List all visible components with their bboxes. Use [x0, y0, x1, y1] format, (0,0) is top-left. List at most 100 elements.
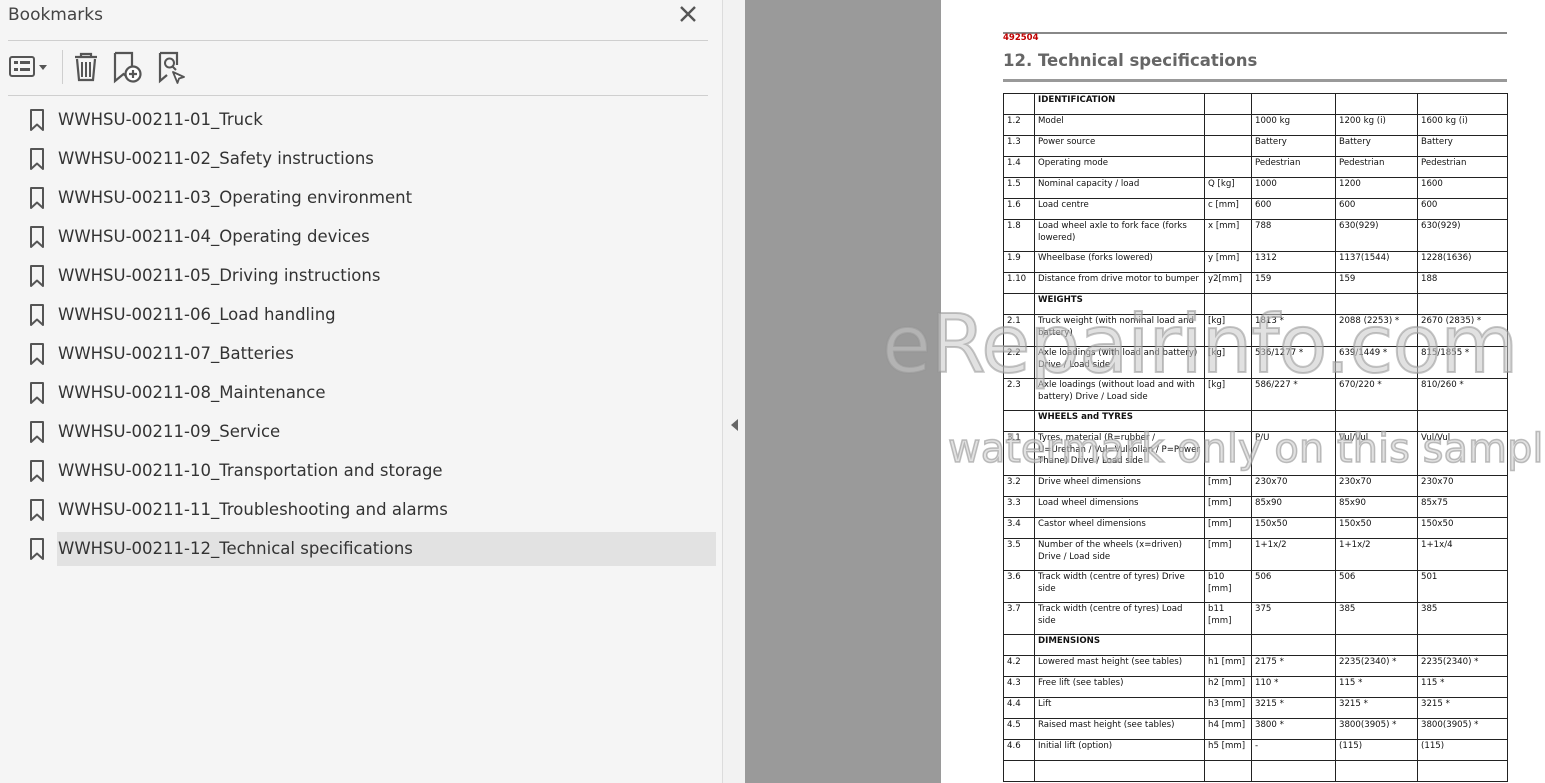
divider	[8, 95, 708, 96]
bookmark-item[interactable]: WWHSU-00211-02_Safety instructions	[24, 142, 716, 176]
find-bookmark-icon[interactable]	[155, 50, 191, 84]
table-cell: Raised mast height (see tables)	[1034, 718, 1205, 740]
bookmark-label-box: WWHSU-00211-06_Load handling	[57, 298, 716, 332]
bookmark-icon	[28, 264, 46, 288]
bookmark-label-box: WWHSU-00211-09_Service	[57, 415, 716, 449]
bookmark-label: WWHSU-00211-10_Transportation and storag…	[58, 461, 443, 480]
collapse-panel-arrow-icon[interactable]	[731, 419, 738, 431]
options-menu-icon[interactable]	[8, 50, 52, 84]
table-cell: Vul/Vul	[1417, 431, 1508, 476]
bookmark-item[interactable]: WWHSU-00211-04_Operating devices	[24, 220, 716, 254]
bookmark-item[interactable]: WWHSU-00211-09_Service	[24, 415, 716, 449]
table-cell: b11 [mm]	[1204, 602, 1252, 635]
table-cell: 375	[1251, 602, 1336, 635]
table-cell: 630(929)	[1335, 219, 1418, 252]
table-cell: 1.5	[1003, 177, 1035, 199]
bookmark-label: WWHSU-00211-04_Operating devices	[58, 227, 370, 246]
bookmark-icon	[28, 498, 46, 522]
table-cell: Q [kg]	[1204, 177, 1252, 199]
table-cell: 85x75	[1417, 496, 1508, 518]
table-cell: 3.2	[1003, 475, 1035, 497]
table-row: 1.9 Wheelbase (forks lowered) y [mm] 1312 11…	[1003, 251, 1508, 273]
table-cell: 115 *	[1335, 676, 1418, 698]
bookmark-icon	[28, 381, 46, 405]
table-cell	[1003, 410, 1035, 432]
bookmark-label: WWHSU-00211-12_Technical specifications	[58, 539, 413, 558]
table-cell: -	[1251, 739, 1336, 761]
bookmark-item[interactable]: WWHSU-00211-03_Operating environment	[24, 181, 716, 215]
table-cell: 1200 kg (i)	[1335, 114, 1418, 136]
bookmark-icon	[28, 537, 46, 561]
table-cell: Track width (centre of tyres) Load side	[1034, 602, 1205, 635]
table-row: 4.6 Initial lift (option) h5 [mm] - (115) (11…	[1003, 739, 1508, 761]
table-cell	[1251, 760, 1336, 782]
table-row: 3.5 Number of the wheels (x=driven) Drive…	[1003, 538, 1508, 571]
table-cell: Tyres, material (R=rubber / U=Urethan / …	[1034, 431, 1205, 476]
table-cell: Initial lift (option)	[1034, 739, 1205, 761]
table-cell: Pedestrian	[1417, 156, 1508, 178]
table-cell: 159	[1251, 272, 1336, 294]
table-cell: Distance from drive motor to bumper	[1034, 272, 1205, 294]
table-cell: Operating mode	[1034, 156, 1205, 178]
bookmark-label: WWHSU-00211-11_Troubleshooting and alarm…	[58, 500, 448, 519]
table-cell: [kg]	[1204, 314, 1252, 347]
bookmark-item[interactable]: WWHSU-00211-01_Truck	[24, 103, 716, 137]
table-cell	[1003, 293, 1035, 315]
table-cell	[1204, 634, 1252, 656]
bookmark-item[interactable]: WWHSU-00211-11_Troubleshooting and alarm…	[24, 493, 716, 527]
table-cell	[1204, 114, 1252, 136]
bookmark-label-box: WWHSU-00211-03_Operating environment	[57, 181, 716, 215]
delete-icon[interactable]	[70, 50, 102, 84]
table-cell	[1335, 410, 1418, 432]
panel-splitter[interactable]	[723, 0, 745, 783]
table-row: 4.5 Raised mast height (see tables) h4 [mm…	[1003, 718, 1508, 740]
bookmark-item[interactable]: WWHSU-00211-07_Batteries	[24, 337, 716, 371]
panel-title: Bookmarks	[8, 5, 103, 25]
table-cell: 3.7	[1003, 602, 1035, 635]
bookmark-label: WWHSU-00211-02_Safety instructions	[58, 149, 374, 168]
table-row: 1.2 Model 1000 kg 1200 kg (i) 1600 kg (i)	[1003, 114, 1508, 136]
section-row: WEIGHTS	[1003, 293, 1508, 315]
bookmark-label: WWHSU-00211-09_Service	[58, 422, 281, 441]
table-cell: 159	[1335, 272, 1418, 294]
toolbar-separator	[62, 50, 63, 84]
bookmark-icon	[28, 420, 46, 444]
table-cell: 3.4	[1003, 517, 1035, 539]
bookmark-item[interactable]: WWHSU-00211-08_Maintenance	[24, 376, 716, 410]
close-icon[interactable]	[676, 2, 700, 26]
table-cell: 1312	[1251, 251, 1336, 273]
table-cell: 536/1277 *	[1251, 346, 1336, 379]
table-cell	[1204, 410, 1252, 432]
table-row: 1.4 Operating mode Pedestrian Pedestrian Ped…	[1003, 156, 1508, 178]
bookmark-item[interactable]: WWHSU-00211-05_Driving instructions	[24, 259, 716, 293]
table-cell	[1417, 634, 1508, 656]
add-bookmark-icon[interactable]	[110, 50, 146, 84]
bookmark-item[interactable]: WWHSU-00211-06_Load handling	[24, 298, 716, 332]
table-cell	[1335, 93, 1418, 115]
table-cell: 1.8	[1003, 219, 1035, 252]
table-cell	[1335, 634, 1418, 656]
table-cell: h1 [mm]	[1204, 655, 1252, 677]
table-cell: 1.4	[1003, 156, 1035, 178]
table-cell: Castor wheel dimensions	[1034, 517, 1205, 539]
table-cell: Axle loadings (without load and with bat…	[1034, 378, 1205, 411]
table-cell: 600	[1335, 198, 1418, 220]
table-cell: [mm]	[1204, 496, 1252, 518]
table-cell: Truck weight (with nominal load and batt…	[1034, 314, 1205, 347]
bookmark-item[interactable]: WWHSU-00211-12_Technical specifications	[24, 532, 716, 566]
table-cell: 230x70	[1251, 475, 1336, 497]
table-cell: [mm]	[1204, 538, 1252, 571]
table-cell: [kg]	[1204, 346, 1252, 379]
table-cell: 2175 *	[1251, 655, 1336, 677]
table-cell: Battery	[1251, 135, 1336, 157]
bookmark-label-box: WWHSU-00211-07_Batteries	[57, 337, 716, 371]
bookmark-item[interactable]: WWHSU-00211-10_Transportation and storag…	[24, 454, 716, 488]
table-cell: 630(929)	[1417, 219, 1508, 252]
table-cell: 230x70	[1417, 475, 1508, 497]
bookmark-icon	[28, 186, 46, 210]
table-cell: Lift	[1034, 697, 1205, 719]
table-cell: 3800(3905) *	[1335, 718, 1418, 740]
bookmark-label-box: WWHSU-00211-05_Driving instructions	[57, 259, 716, 293]
table-cell: 4.6	[1003, 739, 1035, 761]
table-cell: 3.3	[1003, 496, 1035, 518]
